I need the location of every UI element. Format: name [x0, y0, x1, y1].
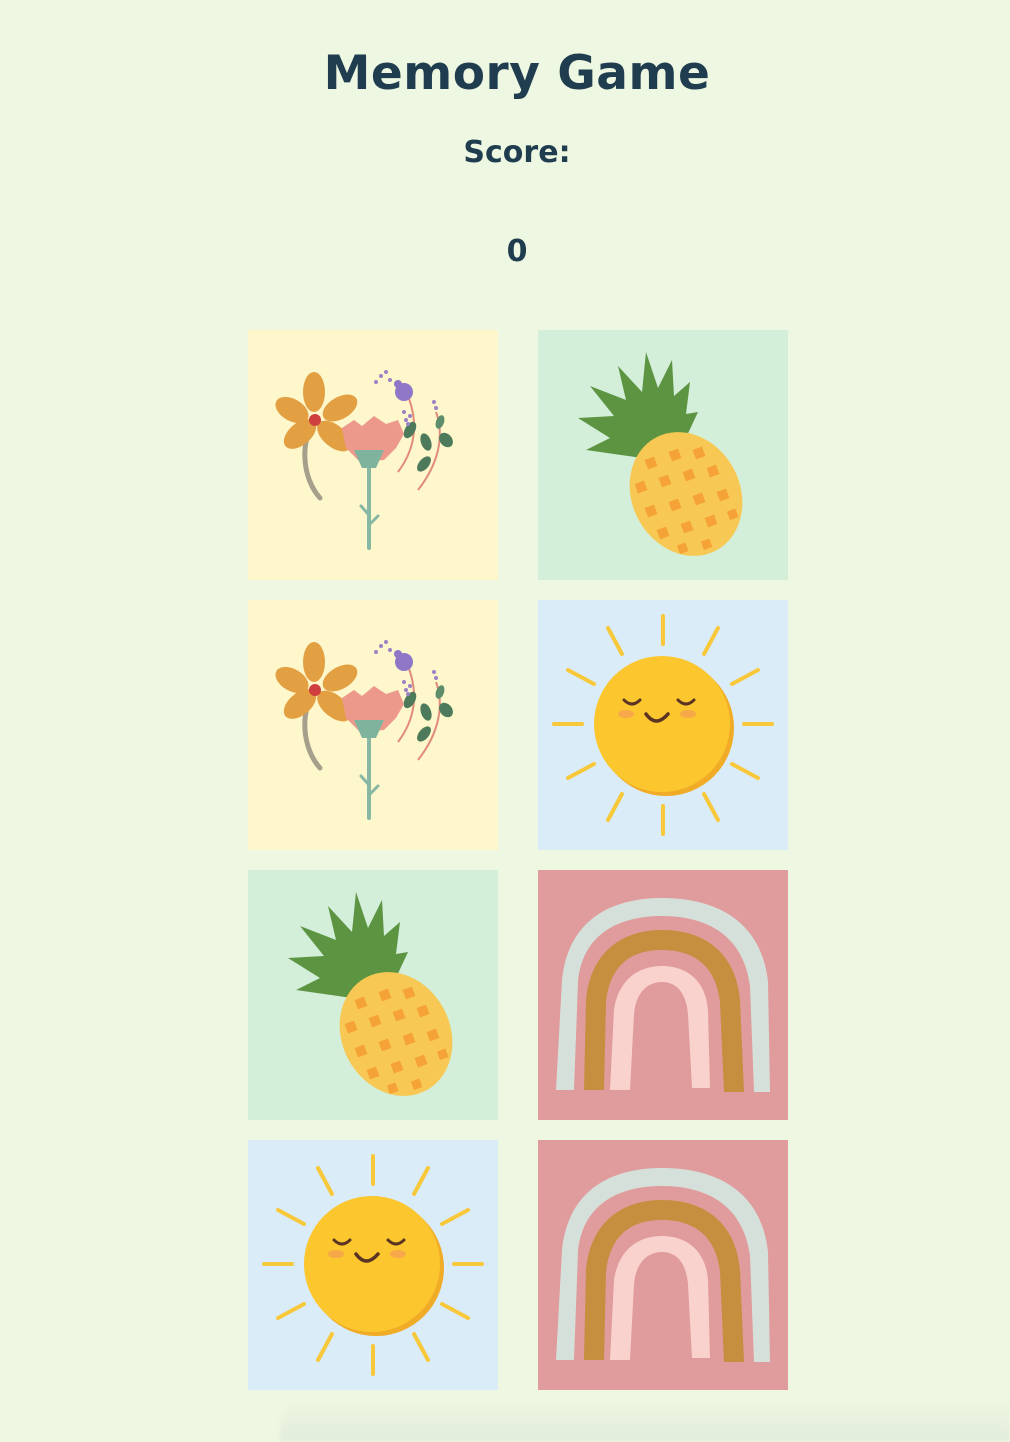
card-pineapple[interactable] — [538, 330, 788, 580]
card-sun[interactable] — [248, 1140, 498, 1390]
flower-icon — [248, 330, 498, 580]
card-flower[interactable] — [248, 330, 498, 580]
card-rainbow[interactable] — [538, 1140, 788, 1390]
sun-icon — [248, 1140, 498, 1390]
pineapple-icon — [538, 330, 788, 580]
game-title: Memory Game — [323, 46, 711, 101]
sun-icon — [538, 600, 788, 850]
rainbow-icon — [538, 870, 788, 1120]
card-rainbow[interactable] — [538, 870, 788, 1120]
rainbow-icon — [538, 1140, 788, 1390]
card-pineapple[interactable] — [248, 870, 498, 1120]
card-grid — [248, 330, 788, 1390]
bottom-shadow — [280, 1398, 1010, 1442]
flower-icon — [248, 600, 498, 850]
card-sun[interactable] — [538, 600, 788, 850]
score-label: Score: — [463, 135, 571, 170]
score-value: 0 — [506, 234, 528, 269]
pineapple-icon — [248, 870, 498, 1120]
card-flower[interactable] — [248, 600, 498, 850]
